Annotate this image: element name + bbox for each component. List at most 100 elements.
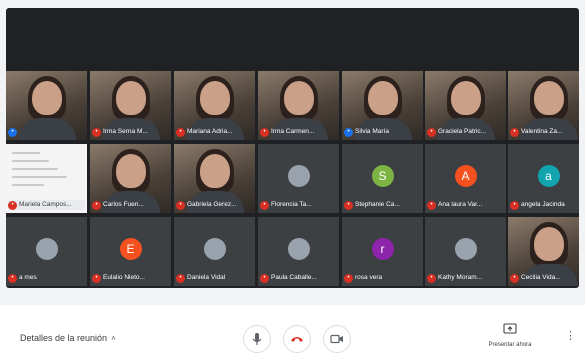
participant-tile[interactable]: • Valentina Za... [508,71,579,140]
participant-nameplate: • Gabriela Gerez... [176,200,253,210]
avatar: r [371,238,394,260]
mic-muted-icon: • [260,273,269,283]
avatar [287,238,310,260]
participant-tile[interactable]: • Mariana Adria... [174,71,255,140]
present-now-button[interactable]: Presentar ahora [478,322,542,348]
mic-muted-icon: • [510,273,519,283]
mic-on-icon: • [344,127,353,137]
participant-nameplate: • Ana laura Var... [427,200,504,210]
mic-muted-icon: • [510,127,519,137]
mic-muted-icon: • [344,200,353,210]
participant-tile[interactable]: • Florencia Ta... [258,144,339,213]
participant-face [533,81,564,115]
participant-tile[interactable]: • Silvia María [342,71,423,140]
participant-nameplate: • Irma Serna M... [92,127,169,137]
bottom-control-bar: Detalles de la reunión ˄ Presentar ahora… [0,305,585,359]
participant-nameplate: • Valentina Za... [510,127,579,137]
hangup-button[interactable] [283,325,311,353]
mic-muted-icon: • [8,273,17,283]
mic-icon [251,332,263,346]
participant-name: Kathy Moram... [438,274,483,281]
hangup-icon [290,335,304,343]
participant-name: Eulalio Nieto... [103,274,145,281]
participant-tile[interactable]: • Gabriela Gerez... [174,144,255,213]
participant-name: rosa vera [355,274,383,281]
participant-face [450,81,481,115]
participant-name: angela Jacinda [521,201,565,208]
participant-name: a mes [19,274,37,281]
participant-tile[interactable]: E • Eulalio Nieto... [90,217,171,286]
participant-tile[interactable]: • Carlos Fuen... [90,144,171,213]
participant-tile[interactable]: • a mes [6,217,87,286]
participant-nameplate: • angela Jacinda [510,200,579,210]
mic-on-icon: • [8,127,17,137]
participant-face [283,81,314,115]
participant-nameplate: • Carlos Fuen... [92,200,169,210]
participant-nameplate: • Daniela Vidal [176,273,253,283]
participant-name: Florencia Ta... [271,201,312,208]
present-icon [503,322,517,339]
mic-muted-icon: • [92,273,101,283]
participant-name: Cecilia Vida... [521,274,561,281]
participant-name: Graciela Patric... [438,128,487,135]
mic-muted-icon: • [344,273,353,283]
avatar: a [537,165,560,187]
participant-tile[interactable]: r • rosa vera [342,217,423,286]
participant-name: Gabriela Gerez... [187,201,237,208]
mic-button[interactable] [243,325,271,353]
participant-nameplate: • [8,127,85,137]
participant-nameplate: • Cecilia Vida... [510,273,579,283]
participant-nameplate: • rosa vera [344,273,421,283]
participant-nameplate: • Stephanie Ca... [344,200,421,210]
participant-tile[interactable]: • Graciela Patric... [425,71,506,140]
more-vert-icon: ⋮ [565,330,576,342]
camera-icon [330,334,344,344]
participant-tile[interactable]: • [6,71,87,140]
meeting-details-button[interactable]: Detalles de la reunión ˄ [20,333,116,343]
present-now-label: Presentar ahora [488,342,532,348]
participant-nameplate: • a mes [8,273,85,283]
mic-muted-icon: • [8,200,17,210]
participant-nameplate: • Graciela Patric... [427,127,504,137]
participant-name: Mariela Campos... [19,201,72,208]
mic-muted-icon: • [427,127,436,137]
camera-button[interactable] [323,325,351,353]
participant-name: Stephanie Ca... [355,201,400,208]
participant-tile[interactable]: • Irma Serna M... [90,71,171,140]
participant-nameplate: • Kathy Moram... [427,273,504,283]
participant-tile[interactable]: • Irma Carmen... [258,71,339,140]
participant-nameplate: • Florencia Ta... [260,200,337,210]
participant-name: Paula Caballe... [271,274,317,281]
shared-screen-preview [12,152,81,192]
participant-tile[interactable]: A • Ana laura Var... [425,144,506,213]
participant-tile[interactable]: • Kathy Moram... [425,217,506,286]
avatar: E [119,238,142,260]
participant-nameplate: • Mariela Campos... [8,200,85,210]
more-options-button[interactable]: ⋮ [565,330,576,342]
participant-name: Irma Serna M... [103,128,148,135]
participant-face [199,154,230,188]
mic-muted-icon: • [176,273,185,283]
participant-name: Silvia María [355,128,389,135]
mic-muted-icon: • [510,200,519,210]
chevron-up-icon: ˄ [111,333,116,343]
participant-name: Daniela Vidal [187,274,226,281]
participant-tile[interactable]: a • angela Jacinda [508,144,579,213]
participant-tile[interactable]: • Cecilia Vida... [508,217,579,286]
participant-face [533,227,564,261]
participant-face [115,154,146,188]
participant-tile[interactable]: • Daniela Vidal [174,217,255,286]
mic-muted-icon: • [92,200,101,210]
participant-nameplate: • Irma Carmen... [260,127,337,137]
avatar: A [454,165,477,187]
avatar [287,165,310,187]
participant-tile[interactable]: • Mariela Campos... [6,144,87,213]
participant-tile[interactable]: S • Stephanie Ca... [342,144,423,213]
meeting-details-label: Detalles de la reunión [20,333,108,343]
mic-muted-icon: • [260,200,269,210]
participant-name: Valentina Za... [521,128,563,135]
participant-tile[interactable]: • Paula Caballe... [258,217,339,286]
participant-face [199,81,230,115]
avatar [454,238,477,260]
avatar [35,238,58,260]
